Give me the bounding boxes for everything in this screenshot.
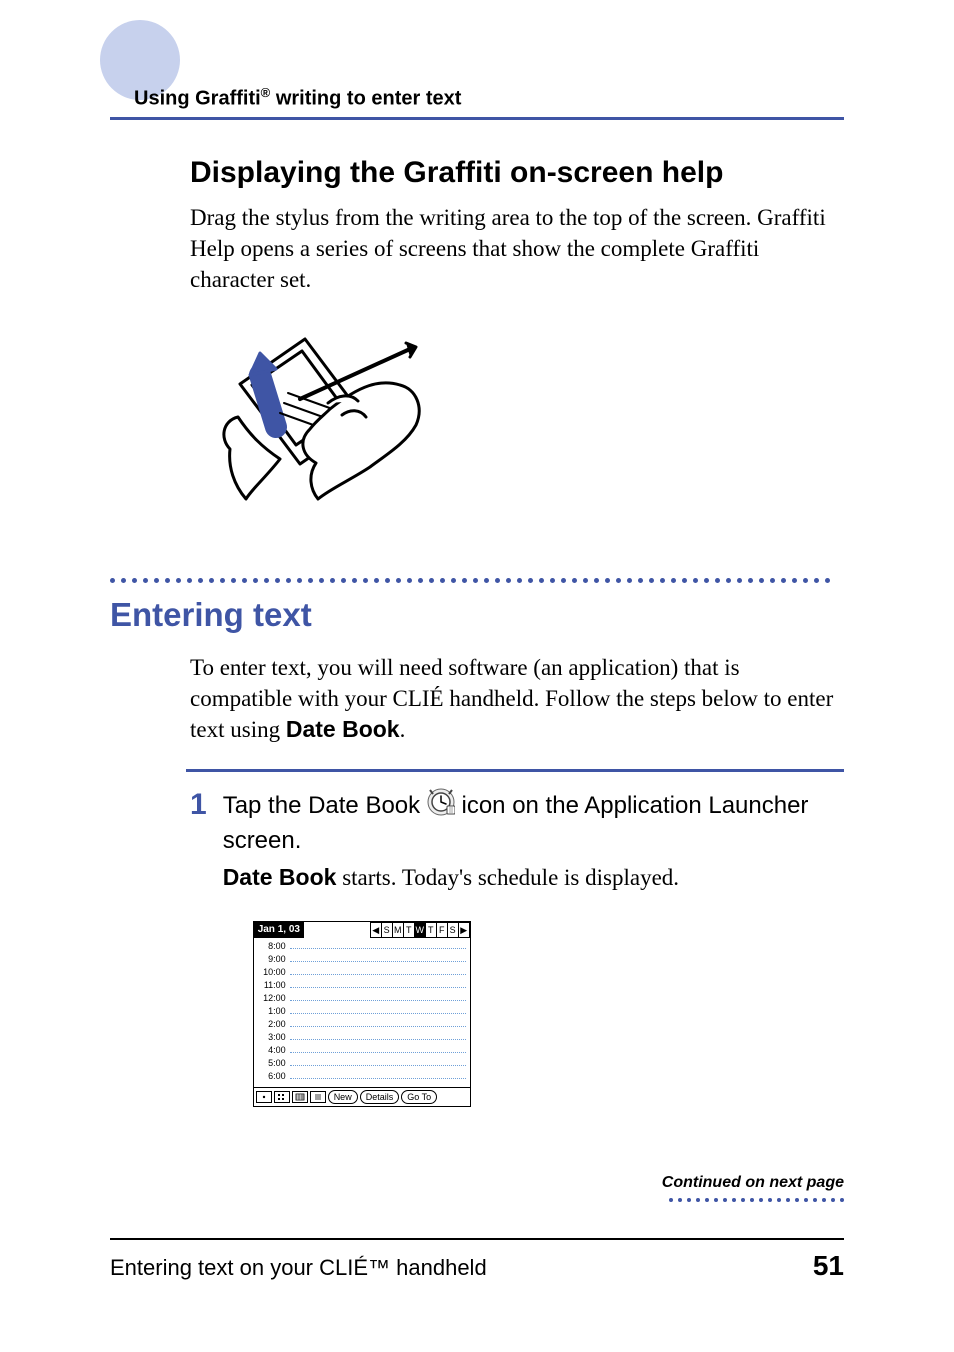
palm-screenshot: Jan 1, 03 ◀ S M T W T F S ▶ (253, 921, 471, 1107)
new-button[interactable]: New (328, 1090, 358, 1104)
schedule-line (290, 995, 466, 1001)
palm-date: Jan 1, 03 (254, 922, 304, 938)
schedule-time: 6:00 (258, 1070, 286, 1082)
schedule-time: 12:00 (258, 992, 286, 1004)
schedule-time: 4:00 (258, 1044, 286, 1056)
schedule-line (290, 943, 466, 949)
schedule-time: 3:00 (258, 1031, 286, 1043)
step-sub-bold: Date Book (223, 864, 337, 890)
step-lead-prefix: Tap the Date Book (223, 792, 427, 819)
step-lead: Tap the Date Book icon on the Applicatio… (223, 788, 844, 858)
schedule-row[interactable]: 2:00 (258, 1018, 466, 1031)
schedule-time: 2:00 (258, 1018, 286, 1030)
goto-button[interactable]: Go To (401, 1090, 437, 1104)
breadcrumb-suffix: writing to enter text (270, 88, 461, 110)
view-month-icon[interactable] (292, 1091, 308, 1103)
schedule-line (290, 982, 466, 988)
details-button[interactable]: Details (360, 1090, 400, 1104)
palm-footer: New Details Go To (254, 1087, 470, 1106)
intro-bold: Date Book (286, 716, 400, 742)
section-heading-graffiti-help: Displaying the Graffiti on-screen help (190, 156, 844, 190)
step-subline: Date Book starts. Today's schedule is di… (223, 862, 844, 893)
schedule-line (290, 1047, 466, 1053)
schedule-time: 5:00 (258, 1057, 286, 1069)
registered-mark: ® (261, 85, 271, 100)
footer-rule (110, 1238, 844, 1240)
schedule-row[interactable]: 11:00 (258, 979, 466, 992)
step-separator (186, 769, 844, 772)
schedule-row[interactable]: 5:00 (258, 1057, 466, 1070)
palm-day-nav: ◀ S M T W T F S ▶ (304, 922, 470, 938)
schedule-row[interactable]: 3:00 (258, 1031, 466, 1044)
schedule-line (290, 956, 466, 962)
schedule-row[interactable]: 1:00 (258, 1005, 466, 1018)
continued-text: Continued on next page (662, 1174, 844, 1192)
view-agenda-icon[interactable] (310, 1091, 326, 1103)
schedule-row[interactable]: 9:00 (258, 953, 466, 966)
breadcrumb: Using Graffiti® writing to enter text (110, 85, 844, 120)
schedule-line (290, 1060, 466, 1066)
schedule-row[interactable]: 12:00 (258, 992, 466, 1005)
date-book-icon (427, 788, 455, 825)
step-1: 1 Tap the Date Book icon (190, 788, 844, 1107)
schedule-line (290, 969, 466, 975)
step-sub-rest: starts. Today's schedule is displayed. (336, 865, 679, 890)
breadcrumb-prefix: Using Graffiti (134, 88, 261, 110)
schedule-time: 10:00 (258, 966, 286, 978)
section-body-graffiti-help: Drag the stylus from the writing area to… (190, 202, 844, 295)
intro-suffix: . (400, 717, 406, 742)
schedule-time: 1:00 (258, 1005, 286, 1017)
palm-header: Jan 1, 03 ◀ S M T W T F S ▶ (254, 922, 470, 938)
schedule-row[interactable]: 4:00 (258, 1044, 466, 1057)
schedule-time: 11:00 (258, 979, 286, 991)
nav-next-icon[interactable]: ▶ (458, 922, 470, 938)
schedule-row[interactable]: 6:00 (258, 1070, 466, 1083)
schedule-row[interactable]: 10:00 (258, 966, 466, 979)
schedule-line (290, 1021, 466, 1027)
schedule-row[interactable]: 8:00 (258, 940, 466, 953)
step-number: 1 (190, 790, 207, 1107)
schedule-time: 9:00 (258, 953, 286, 965)
schedule-line (290, 1073, 466, 1079)
palm-body: 8:009:0010:0011:0012:001:002:003:004:005… (254, 938, 470, 1087)
section-body-entering-text: To enter text, you will need software (a… (190, 652, 844, 745)
view-week-icon[interactable] (274, 1091, 290, 1103)
page-number: 51 (813, 1250, 844, 1282)
page-footer: Entering text on your CLIÉ™ handheld 51 (110, 1238, 844, 1282)
schedule-line (290, 1008, 466, 1014)
schedule-line (290, 1034, 466, 1040)
footer-title: Entering text on your CLIÉ™ handheld (110, 1255, 487, 1281)
continued-note: Continued on next page (662, 1174, 844, 1202)
illustration-stylus-drag (210, 329, 844, 534)
section-heading-entering-text: Entering text (110, 596, 844, 634)
dotted-separator (110, 578, 844, 586)
schedule-time: 8:00 (258, 940, 286, 952)
view-day-icon[interactable] (256, 1091, 272, 1103)
